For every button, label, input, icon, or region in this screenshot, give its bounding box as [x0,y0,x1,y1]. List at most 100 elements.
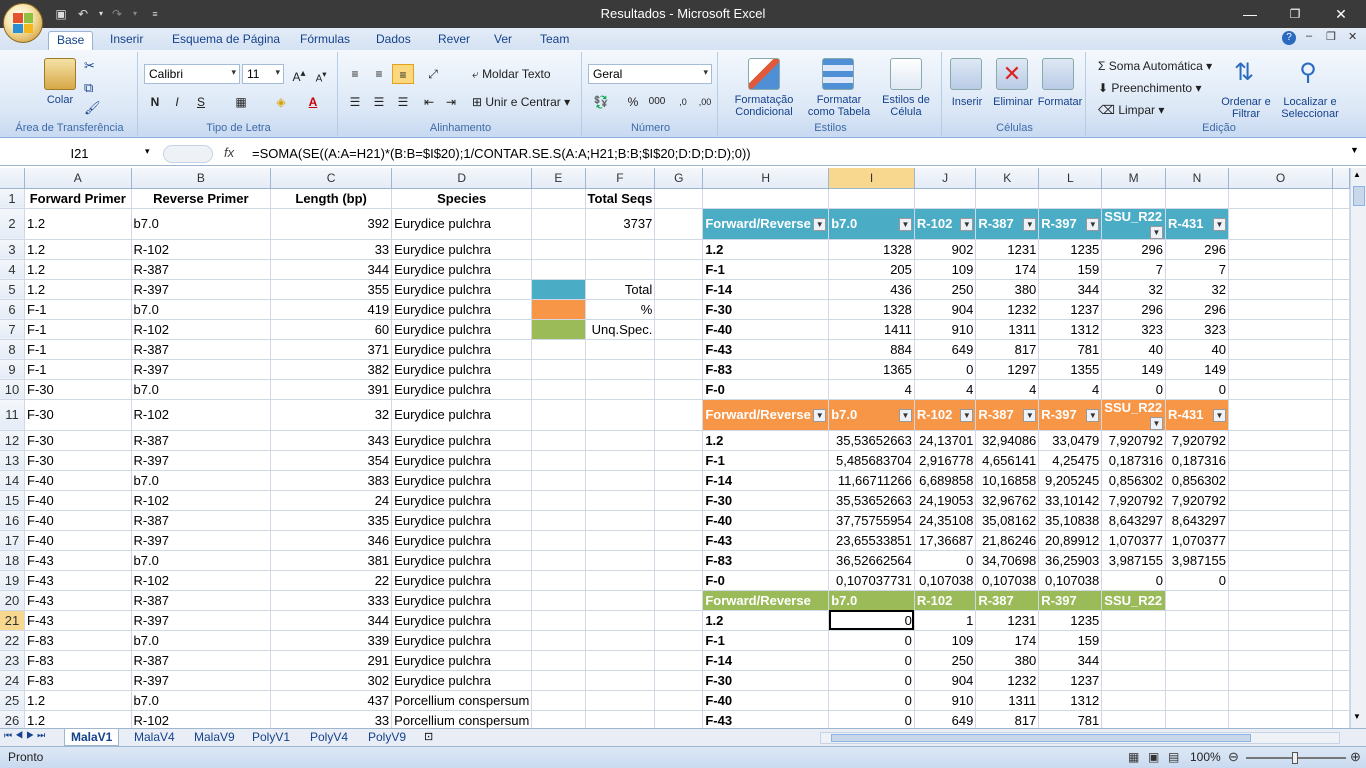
cell[interactable]: 1237 [1038,299,1103,320]
cell[interactable]: R-102 [131,570,272,591]
cell[interactable]: 296 [1101,299,1167,320]
cell[interactable]: F-1 [702,630,830,651]
cell[interactable] [1332,630,1350,651]
cell[interactable]: 884 [828,339,915,360]
cell[interactable]: 0,107038 [1038,570,1103,591]
cell[interactable] [654,690,704,711]
cell[interactable] [1165,590,1229,611]
cell[interactable] [654,208,704,240]
cell[interactable]: b7.0 [131,690,272,711]
cell[interactable] [1228,379,1334,400]
cell[interactable]: 781 [1038,710,1103,728]
formula-expand-handle[interactable] [163,145,213,163]
cell[interactable]: 335 [270,510,393,531]
cell[interactable]: 339 [270,630,393,651]
cell[interactable]: F-83 [24,650,132,671]
cell[interactable]: 35,53652663 [828,430,915,451]
cell[interactable] [585,359,656,380]
formula-input[interactable]: =SOMA(SE((A:A=H21)*(B:B=$I$20);1/CONTAR.… [252,146,751,161]
vertical-scrollbar[interactable]: ▲ ▼ [1350,168,1366,728]
cell[interactable]: 33 [270,710,393,728]
cell[interactable]: 1.2 [702,610,830,631]
cell[interactable] [1101,650,1167,671]
cell[interactable]: 33,10142 [1038,490,1103,511]
cell[interactable]: 0 [1101,379,1167,400]
ribbon-restore-icon[interactable]: ❐ [1326,30,1336,43]
cell[interactable]: F-83 [702,359,830,380]
cell[interactable] [585,379,656,400]
cell[interactable]: F-43 [702,530,830,551]
row-header[interactable]: 2 [0,208,26,240]
cell[interactable] [531,259,586,280]
cell[interactable] [1332,450,1350,471]
cell[interactable]: R-102 ▼ [914,208,977,240]
cell[interactable]: Eurydice pulchra [391,430,533,451]
cell[interactable] [585,259,656,280]
column-header[interactable]: J [914,168,977,189]
cell[interactable]: 1.2 [24,239,132,260]
cell[interactable] [1332,239,1350,260]
cell[interactable] [654,359,704,380]
cell[interactable] [1165,690,1229,711]
currency-icon[interactable]: 💱 [590,92,612,112]
cell[interactable]: Eurydice pulchra [391,650,533,671]
cell[interactable]: Eurydice pulchra [391,339,533,360]
cell[interactable]: 380 [975,650,1040,671]
cell[interactable]: 0 [1101,570,1167,591]
cell[interactable]: R-397 [1038,590,1103,611]
cell[interactable] [1228,650,1334,671]
cell[interactable]: 1235 [1038,610,1103,631]
cell[interactable]: 1328 [828,239,915,260]
cell[interactable] [585,550,656,571]
cell[interactable] [1228,710,1334,728]
cell[interactable]: Eurydice pulchra [391,530,533,551]
cell[interactable]: F-43 [24,590,132,611]
cell[interactable] [654,650,704,671]
cell[interactable]: 902 [914,239,977,260]
sheet-tab[interactable]: MalaV4 [128,729,181,746]
cell[interactable] [585,630,656,651]
cell[interactable]: R-387 [131,510,272,531]
cell[interactable]: 33,0479 [1038,430,1103,451]
cell[interactable] [654,279,704,300]
cell[interactable]: 343 [270,430,393,451]
cell[interactable]: 0 [828,650,915,671]
cell[interactable]: 60 [270,319,393,340]
filter-dropdown-icon[interactable]: ▼ [813,409,827,422]
scroll-up-icon[interactable]: ▲ [1353,170,1361,179]
cell[interactable]: b7.0 [131,299,272,320]
cell[interactable]: 1237 [1038,670,1103,691]
cell[interactable]: 36,25903 [1038,550,1103,571]
cell[interactable] [1228,510,1334,531]
cell[interactable]: R-387 [131,339,272,360]
cell[interactable]: Eurydice pulchra [391,470,533,491]
column-header[interactable]: B [131,168,272,189]
cell[interactable]: 344 [1038,650,1103,671]
cell[interactable]: Eurydice pulchra [391,450,533,471]
cell[interactable]: 1312 [1038,319,1103,340]
merge-center-button[interactable]: ⊞ Unir e Centrar ▾ [472,96,570,108]
cell[interactable] [654,570,704,591]
sheet-tab[interactable]: PolyV4 [304,729,354,746]
cell[interactable] [1228,550,1334,571]
cell[interactable]: F-30 [24,450,132,471]
cell[interactable]: 0 [1165,570,1229,591]
align-left-icon[interactable]: ☰ [344,92,366,112]
italic-icon[interactable]: I [166,92,188,112]
cell[interactable]: 1235 [1038,239,1103,260]
cell[interactable]: 649 [914,339,977,360]
tab-rever[interactable]: Rever [430,31,478,50]
cell[interactable]: 32 [1165,279,1229,300]
cell[interactable]: R-397 [131,670,272,691]
cell[interactable]: 7 [1165,259,1229,280]
cell[interactable] [531,188,586,209]
cell[interactable]: 32,94086 [975,430,1040,451]
cell[interactable] [1332,570,1350,591]
cell[interactable] [585,510,656,531]
cell[interactable]: Porcellium conspersum [391,690,533,711]
cell[interactable]: 4 [975,379,1040,400]
cell[interactable] [1228,690,1334,711]
cell[interactable] [1228,239,1334,260]
row-header[interactable]: 5 [0,279,26,300]
cell[interactable] [1332,430,1350,451]
